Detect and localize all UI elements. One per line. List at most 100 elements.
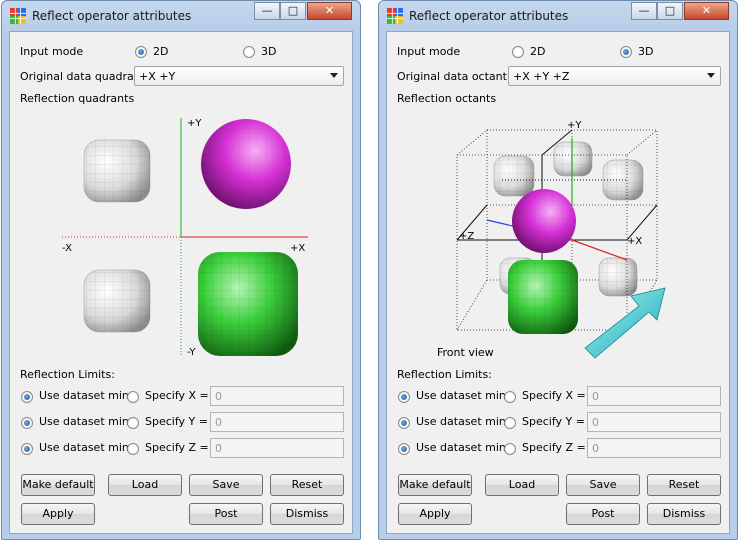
post-button[interactable]: Post xyxy=(189,503,263,525)
octant-diagram[interactable]: +Y +Z +X xyxy=(427,110,717,360)
save-button[interactable]: Save xyxy=(189,474,263,496)
specify-z-radio[interactable] xyxy=(504,443,516,455)
mode-3d-label[interactable]: 3D xyxy=(638,45,653,58)
reflect-window-3d: Reflect operator attributes — □ ✕ Input … xyxy=(378,0,738,540)
close-button[interactable]: ✕ xyxy=(307,2,352,20)
specify-x-input[interactable]: 0 xyxy=(210,386,344,406)
reflected-quadrant-minus-x-minus-y[interactable] xyxy=(83,269,151,333)
reflected-quadrant-minus-x-plus-y[interactable] xyxy=(83,139,151,203)
chevron-down-icon xyxy=(707,73,715,78)
use-dataset-min-z-radio[interactable] xyxy=(398,443,410,455)
use-dataset-min-z-label[interactable]: Use dataset min xyxy=(416,441,506,454)
specify-x-radio[interactable] xyxy=(127,391,139,403)
mode-3d-radio[interactable] xyxy=(620,46,632,58)
specify-x-label[interactable]: Specify X = xyxy=(522,389,586,402)
specify-y-radio[interactable] xyxy=(127,417,139,429)
reset-button[interactable]: Reset xyxy=(647,474,721,496)
original-quadrant-dropdown[interactable]: +X +Y xyxy=(134,66,344,86)
use-dataset-min-x-radio[interactable] xyxy=(398,391,410,403)
reflected-quadrant-plus-x-plus-y[interactable] xyxy=(201,119,291,209)
specify-y-input[interactable]: 0 xyxy=(587,412,721,432)
maximize-button[interactable]: □ xyxy=(280,2,306,20)
reflection-octants-label: Reflection octants xyxy=(397,92,497,105)
reset-button[interactable]: Reset xyxy=(270,474,344,496)
axis-label-plus-y: +Y xyxy=(187,118,202,129)
axis-label-plus-y: +Y xyxy=(567,120,582,131)
window-title: Reflect operator attributes xyxy=(32,9,192,23)
specify-z-input[interactable]: 0 xyxy=(210,438,344,458)
reflect-window-2d: Reflect operator attributes — □ ✕ Input … xyxy=(1,0,361,540)
make-default-button[interactable]: Make default xyxy=(398,474,472,496)
maximize-icon: □ xyxy=(287,4,299,17)
original-quadrant-plus-x-minus-y[interactable] xyxy=(198,252,298,356)
original-octant-dropdown[interactable]: +X +Y +Z xyxy=(508,66,721,86)
view-direction-arrow-icon[interactable] xyxy=(584,287,666,359)
mode-3d-radio[interactable] xyxy=(243,46,255,58)
specify-y-label[interactable]: Specify Y = xyxy=(145,415,208,428)
specify-z-input[interactable]: 0 xyxy=(587,438,721,458)
specify-z-radio[interactable] xyxy=(127,443,139,455)
specify-y-input[interactable]: 0 xyxy=(210,412,344,432)
reflected-octant-front-top[interactable] xyxy=(512,189,576,253)
mode-2d-label[interactable]: 2D xyxy=(153,45,168,58)
title-bar[interactable]: Reflect operator attributes — □ ✕ xyxy=(379,1,737,31)
window-title: Reflect operator attributes xyxy=(409,9,569,23)
save-button[interactable]: Save xyxy=(566,474,640,496)
specify-x-label[interactable]: Specify X = xyxy=(145,389,209,402)
rainbow-grid-icon xyxy=(387,8,403,24)
specify-y-radio[interactable] xyxy=(504,417,516,429)
post-button[interactable]: Post xyxy=(566,503,640,525)
specify-y-label[interactable]: Specify Y = xyxy=(522,415,585,428)
use-dataset-min-x-label[interactable]: Use dataset min xyxy=(39,389,129,402)
use-dataset-min-y-radio[interactable] xyxy=(398,417,410,429)
original-octant-label: Original data octant xyxy=(397,70,507,83)
minimize-button[interactable]: — xyxy=(631,2,657,20)
axis-label-minus-y: -Y xyxy=(187,347,196,358)
load-button[interactable]: Load xyxy=(108,474,182,496)
mode-2d-label[interactable]: 2D xyxy=(530,45,545,58)
use-dataset-min-x-radio[interactable] xyxy=(21,391,33,403)
minimize-button[interactable]: — xyxy=(254,2,280,20)
specify-x-radio[interactable] xyxy=(504,391,516,403)
close-icon: ✕ xyxy=(701,4,712,17)
load-button[interactable]: Load xyxy=(485,474,559,496)
dismiss-button[interactable]: Dismiss xyxy=(270,503,344,525)
dialog-body: Input mode 2D 3D Original data quadrant … xyxy=(9,31,353,534)
original-octant-plus-x-plus-y-plus-z[interactable] xyxy=(508,260,578,334)
input-mode-label: Input mode xyxy=(20,45,84,58)
axis-label-plus-x: +X xyxy=(627,236,642,247)
reflection-quadrants-label: Reflection quadrants xyxy=(20,92,135,105)
minimize-icon: — xyxy=(261,4,273,17)
mode-2d-radio[interactable] xyxy=(512,46,524,58)
maximize-button[interactable]: □ xyxy=(657,2,683,20)
mode-2d-radio[interactable] xyxy=(135,46,147,58)
use-dataset-min-y-label[interactable]: Use dataset min xyxy=(39,415,129,428)
specify-z-label[interactable]: Specify Z = xyxy=(145,441,209,454)
use-dataset-min-y-label[interactable]: Use dataset min xyxy=(416,415,506,428)
dialog-body: Input mode 2D 3D Original data octant +X… xyxy=(386,31,730,534)
make-default-button[interactable]: Make default xyxy=(21,474,95,496)
mode-3d-label[interactable]: 3D xyxy=(261,45,276,58)
close-icon: ✕ xyxy=(324,4,335,17)
chevron-down-icon xyxy=(330,73,338,78)
use-dataset-min-z-radio[interactable] xyxy=(21,443,33,455)
use-dataset-min-y-radio[interactable] xyxy=(21,417,33,429)
reflected-octant-back-top-center[interactable] xyxy=(553,141,593,177)
reflection-limits-label: Reflection Limits: xyxy=(20,368,115,381)
specify-x-input[interactable]: 0 xyxy=(587,386,721,406)
use-dataset-min-x-label[interactable]: Use dataset min xyxy=(416,389,506,402)
dismiss-button[interactable]: Dismiss xyxy=(647,503,721,525)
reflection-limits-label: Reflection Limits: xyxy=(397,368,492,381)
axis-label-plus-x: +X xyxy=(290,243,305,254)
reflected-octant-back-bottom-right[interactable] xyxy=(598,257,638,297)
reflected-octant-back-top-left[interactable] xyxy=(493,155,535,197)
apply-button[interactable]: Apply xyxy=(398,503,472,525)
front-view-label: Front view xyxy=(437,346,494,359)
apply-button[interactable]: Apply xyxy=(21,503,95,525)
specify-z-label[interactable]: Specify Z = xyxy=(522,441,586,454)
quadrant-diagram[interactable]: +Y -X +X -Y xyxy=(50,110,320,360)
close-button[interactable]: ✕ xyxy=(684,2,729,20)
title-bar[interactable]: Reflect operator attributes — □ ✕ xyxy=(2,1,360,31)
axis-label-plus-z: +Z xyxy=(459,231,474,242)
use-dataset-min-z-label[interactable]: Use dataset min xyxy=(39,441,129,454)
